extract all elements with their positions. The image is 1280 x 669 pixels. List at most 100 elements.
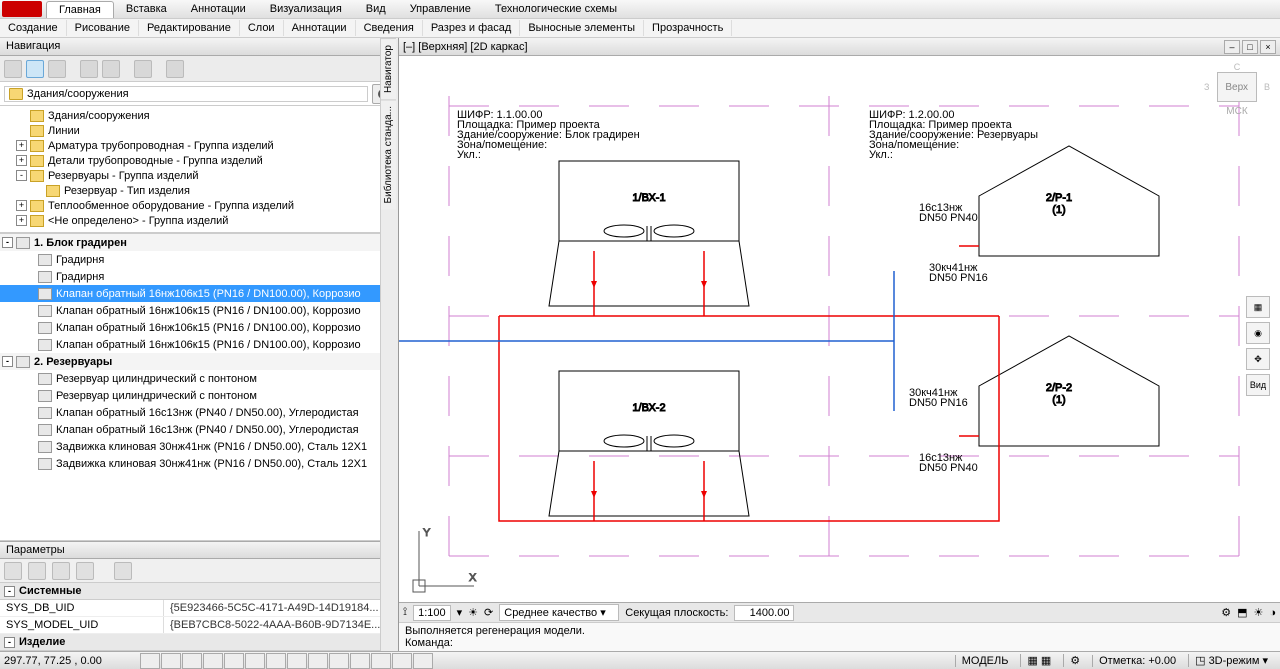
- toggle-button[interactable]: [350, 653, 370, 669]
- window-maximize-button[interactable]: □: [1242, 40, 1258, 54]
- nav-tool-icon[interactable]: ✥: [1246, 348, 1270, 370]
- toggle-button[interactable]: [140, 653, 160, 669]
- side-tab-navigator[interactable]: Навигатор: [381, 38, 396, 99]
- toggle-button[interactable]: [287, 653, 307, 669]
- tree-group-header[interactable]: -1. Блок градирен: [0, 234, 398, 251]
- params-tool-icon[interactable]: [114, 562, 132, 580]
- tree-row[interactable]: +Детали трубопроводные - Группа изделий: [0, 153, 398, 168]
- nav-tool-icon[interactable]: [80, 60, 98, 78]
- tree-item[interactable]: Градирня: [0, 268, 398, 285]
- tree-row[interactable]: -Резервуары - Группа изделий: [0, 168, 398, 183]
- window-minimize-button[interactable]: –: [1224, 40, 1240, 54]
- tree-row[interactable]: Линии: [0, 123, 398, 138]
- quality-dropdown[interactable]: Среднее качество ▾: [499, 604, 619, 621]
- toggle-button[interactable]: [203, 653, 223, 669]
- expand-icon[interactable]: +: [16, 200, 27, 211]
- status-icon[interactable]: ◑: [1269, 607, 1276, 619]
- param-value[interactable]: {BEB7CBC8-5022-4AAA-B60B-9D7134E...: [164, 617, 398, 633]
- tree-item[interactable]: Задвижка клиновая 30нж41нж (PN16 / DN50.…: [0, 455, 398, 472]
- tree-item[interactable]: Задвижка клиновая 30нж41нж (PN16 / DN50.…: [0, 438, 398, 455]
- nav-search-field[interactable]: Здания/сооружения: [4, 86, 368, 102]
- tree-item[interactable]: Клапан обратный 16нж106к15 (PN16 / DN100…: [0, 302, 398, 319]
- status-icon[interactable]: ☀: [1253, 606, 1263, 619]
- tree-group-header[interactable]: -2. Резервуары: [0, 353, 398, 370]
- cutplane-value[interactable]: 1400.00: [734, 605, 794, 621]
- model-tab[interactable]: МОДЕЛЬ: [955, 655, 1015, 667]
- ribbon-grp-edit[interactable]: Редактирование: [139, 20, 240, 36]
- toggle-button[interactable]: [182, 653, 202, 669]
- toggle-button[interactable]: [413, 653, 433, 669]
- ribbon-tab-manage[interactable]: Управление: [398, 1, 483, 17]
- status-icon[interactable]: ⬒: [1237, 606, 1247, 619]
- param-row[interactable]: SYS_DB_UID{5E923466-5C5C-4171-A49D-14D19…: [0, 600, 398, 617]
- tree-row[interactable]: +Теплообменное оборудование - Группа изд…: [0, 198, 398, 213]
- ribbon-grp-layers[interactable]: Слои: [240, 20, 284, 36]
- ribbon-grp-info[interactable]: Сведения: [356, 20, 423, 36]
- params-tool-icon[interactable]: [4, 562, 22, 580]
- nav-tool-icon[interactable]: [134, 60, 152, 78]
- ribbon-grp-draw[interactable]: Рисование: [67, 20, 139, 36]
- status-icon[interactable]: ⚙: [1221, 606, 1231, 619]
- view-cube[interactable]: С З Верх В МСК: [1204, 62, 1270, 117]
- toggle-button[interactable]: [371, 653, 391, 669]
- tree-row[interactable]: Резервуар - Тип изделия: [0, 183, 398, 198]
- tree-item[interactable]: Клапан обратный 16с13нж (PN40 / DN50.00)…: [0, 404, 398, 421]
- expand-icon[interactable]: +: [16, 155, 27, 166]
- tree-row[interactable]: Здания/сооружения: [0, 108, 398, 123]
- ribbon-grp-section[interactable]: Разрез и фасад: [423, 20, 521, 36]
- ribbon-tab-visualization[interactable]: Визуализация: [258, 1, 354, 17]
- ribbon-tab-process[interactable]: Технологические схемы: [483, 1, 629, 17]
- nav-tool-icon[interactable]: ◉: [1246, 322, 1270, 344]
- mode-label[interactable]: 3D-режим: [1209, 655, 1260, 667]
- expand-icon[interactable]: -: [2, 237, 13, 248]
- nav-tool-icon[interactable]: [4, 60, 22, 78]
- tool-icon[interactable]: ☀: [468, 606, 478, 619]
- params-tool-icon[interactable]: [76, 562, 94, 580]
- ribbon-grp-create[interactable]: Создание: [0, 20, 67, 36]
- ribbon-grp-annot[interactable]: Аннотации: [284, 20, 356, 36]
- param-category[interactable]: -Системные: [0, 583, 398, 600]
- tree-item[interactable]: Клапан обратный 16с13нж (PN40 / DN50.00)…: [0, 421, 398, 438]
- tree-item[interactable]: Клапан обратный 16нж106к15 (PN16 / DN100…: [0, 319, 398, 336]
- ribbon-grp-leaders[interactable]: Выносные элементы: [520, 20, 644, 36]
- ribbon-tab-annotations[interactable]: Аннотации: [179, 1, 258, 17]
- expand-icon[interactable]: +: [16, 140, 27, 151]
- param-category[interactable]: -Изделие: [0, 634, 398, 651]
- toggle-button[interactable]: [329, 653, 349, 669]
- nav-tool-icon[interactable]: [48, 60, 66, 78]
- window-close-button[interactable]: ×: [1260, 40, 1276, 54]
- tree-item[interactable]: Клапан обратный 16нж106к15 (PN16 / DN100…: [0, 336, 398, 353]
- params-tool-icon[interactable]: [28, 562, 46, 580]
- toggle-button[interactable]: [392, 653, 412, 669]
- tree-item[interactable]: Резервуар цилиндрический с понтоном: [0, 387, 398, 404]
- command-prompt[interactable]: Команда:: [405, 637, 1274, 649]
- nav-tool-icon[interactable]: [102, 60, 120, 78]
- expand-icon[interactable]: +: [16, 215, 27, 226]
- nav-tool-icon[interactable]: [166, 60, 184, 78]
- tree-item[interactable]: Градирня: [0, 251, 398, 268]
- expand-icon[interactable]: -: [2, 356, 13, 367]
- toggle-button[interactable]: [308, 653, 328, 669]
- coord-system-label[interactable]: МСК: [1204, 106, 1270, 117]
- toggle-button[interactable]: [266, 653, 286, 669]
- toggle-button[interactable]: [224, 653, 244, 669]
- nav-tool-icon[interactable]: [26, 60, 44, 78]
- tree-item[interactable]: Клапан обратный 16нж106к15 (PN16 / DN100…: [0, 285, 398, 302]
- view-cube-face[interactable]: Верх: [1217, 72, 1257, 102]
- tree-row[interactable]: +Арматура трубопроводная - Группа издели…: [0, 138, 398, 153]
- tree-item[interactable]: Резервуар цилиндрический с понтоном: [0, 370, 398, 387]
- param-row[interactable]: SYS_MODEL_UID{BEB7CBC8-5022-4AAA-B60B-9D…: [0, 617, 398, 634]
- drawing-canvas[interactable]: ШИФР: 1.1.00.00 Площадка: Пример проекта…: [399, 56, 1280, 602]
- param-value[interactable]: {5E923466-5C5C-4171-A49D-14D19184...: [164, 600, 398, 616]
- params-tool-icon[interactable]: [52, 562, 70, 580]
- expand-icon[interactable]: -: [16, 170, 27, 181]
- side-tab-library[interactable]: Библиотека станда...: [381, 99, 396, 209]
- toggle-button[interactable]: [161, 653, 181, 669]
- tree-row[interactable]: +<Не определено> - Группа изделий: [0, 213, 398, 228]
- expand-icon[interactable]: -: [4, 586, 15, 597]
- toggle-button[interactable]: [245, 653, 265, 669]
- ribbon-tab-view[interactable]: Вид: [354, 1, 398, 17]
- ribbon-grp-transparency[interactable]: Прозрачность: [644, 20, 732, 36]
- tool-icon[interactable]: ⟳: [484, 606, 493, 619]
- nav-tool-icon[interactable]: ▦: [1246, 296, 1270, 318]
